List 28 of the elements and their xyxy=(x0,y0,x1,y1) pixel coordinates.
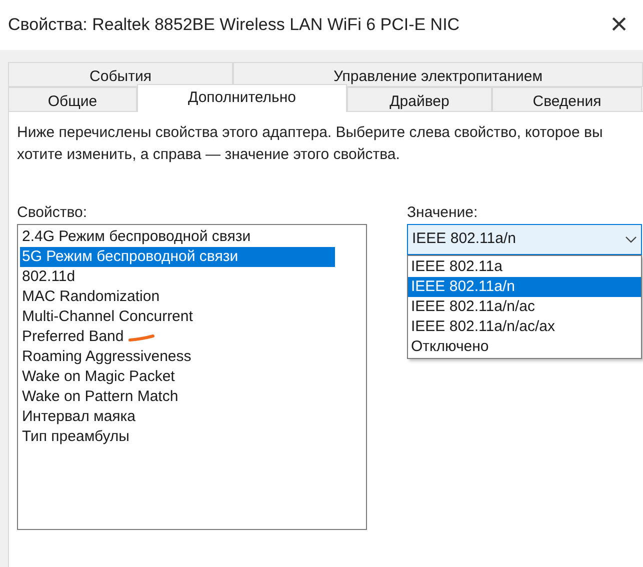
window-title: Свойства: Realtek 8852BE Wireless LAN WiFi 6 PCI-E NIC xyxy=(8,14,460,36)
dropdown-option[interactable]: IEEE 802.11a/n/ac xyxy=(408,297,641,317)
dropdown-option[interactable]: IEEE 802.11a/n/ac/ax xyxy=(408,317,641,337)
tab[interactable]: Драйвер xyxy=(347,87,492,112)
list-item[interactable]: Roaming Aggressiveness xyxy=(20,347,335,367)
tab[interactable]: Дополнительно xyxy=(137,84,347,112)
list-item[interactable]: 5G Режим беспроводной связи xyxy=(20,247,335,267)
list-item[interactable]: Wake on Pattern Match xyxy=(20,387,335,407)
tab[interactable]: Общие xyxy=(8,87,137,112)
list-item[interactable]: Preferred Band xyxy=(20,327,335,347)
tab[interactable]: События xyxy=(8,62,233,87)
dropdown-option[interactable]: IEEE 802.11a/n xyxy=(408,277,641,297)
list-item[interactable]: Интервал маяка xyxy=(20,407,335,427)
list-item[interactable]: 802.11d xyxy=(20,267,335,287)
list-item[interactable]: Wake on Magic Packet xyxy=(20,367,335,387)
close-button[interactable]: × xyxy=(601,7,637,43)
tab[interactable]: Сведения xyxy=(492,87,642,112)
list-item[interactable]: Тип преамбулы xyxy=(20,427,335,447)
dropdown-option[interactable]: IEEE 802.11a xyxy=(408,257,641,277)
description-text: Ниже перечислены свойства этого адаптера. Выберите слева свойство, которое вы хотите изменить, а справа — значение этого свойства. xyxy=(17,123,604,165)
list-item[interactable]: MAC Randomization xyxy=(20,287,335,307)
property-label: Свойство: xyxy=(17,203,88,223)
tab[interactable]: Управление электропитанием xyxy=(233,62,643,87)
dropdown-option[interactable]: Отключено xyxy=(408,337,641,357)
value-dropdown[interactable]: IEEE 802.11a/n xyxy=(407,224,642,255)
list-item[interactable]: 2.4G Режим беспроводной связи xyxy=(20,227,335,247)
list-item[interactable]: Multi-Channel Concurrent xyxy=(20,307,335,327)
value-label: Значение: xyxy=(407,203,479,223)
